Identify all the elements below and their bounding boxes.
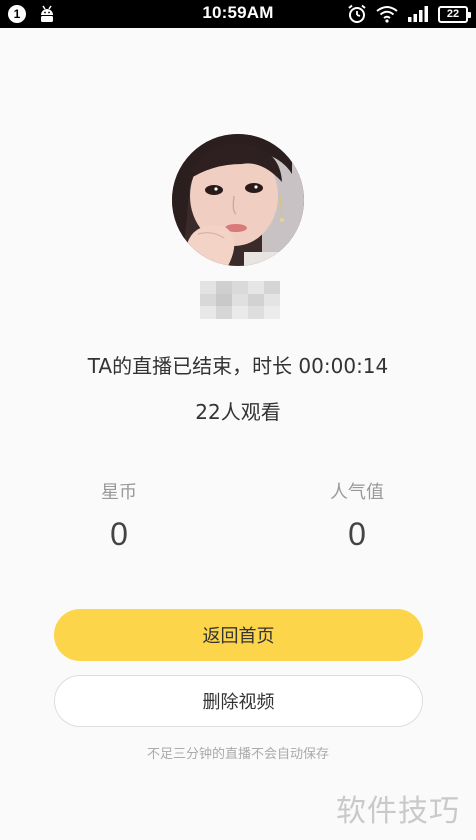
delete-video-button[interactable]: 删除视频 (54, 675, 423, 727)
coins-label: 星币 (101, 482, 137, 503)
streamer-avatar[interactable] (172, 134, 304, 266)
back-to-home-label: 返回首页 (202, 626, 275, 647)
popularity-value: 0 (348, 516, 366, 552)
alarm-icon (348, 4, 366, 23)
status-right: 22 (347, 4, 471, 24)
battery-level: 22 (446, 7, 460, 20)
live-ended-message: TA的直播已结束，时长 00:00:14 (87, 354, 389, 378)
back-to-home-button[interactable]: 返回首页 (54, 609, 423, 661)
streamer-name-mosaic (200, 281, 280, 319)
auto-save-hint: 不足三分钟的直播不会自动保存 (146, 747, 329, 762)
battery-icon: 22 (438, 5, 471, 23)
coins-value: 0 (110, 516, 128, 552)
watermark: 软件技巧 (336, 794, 460, 829)
wifi-icon (376, 6, 398, 23)
popularity-label: 人气值 (330, 482, 384, 503)
viewer-count: 22人观看 (195, 400, 281, 424)
delete-video-label: 删除视频 (202, 692, 275, 713)
status-bar: 1 10:59AM 22 (0, 0, 476, 28)
signal-icon (408, 6, 428, 22)
